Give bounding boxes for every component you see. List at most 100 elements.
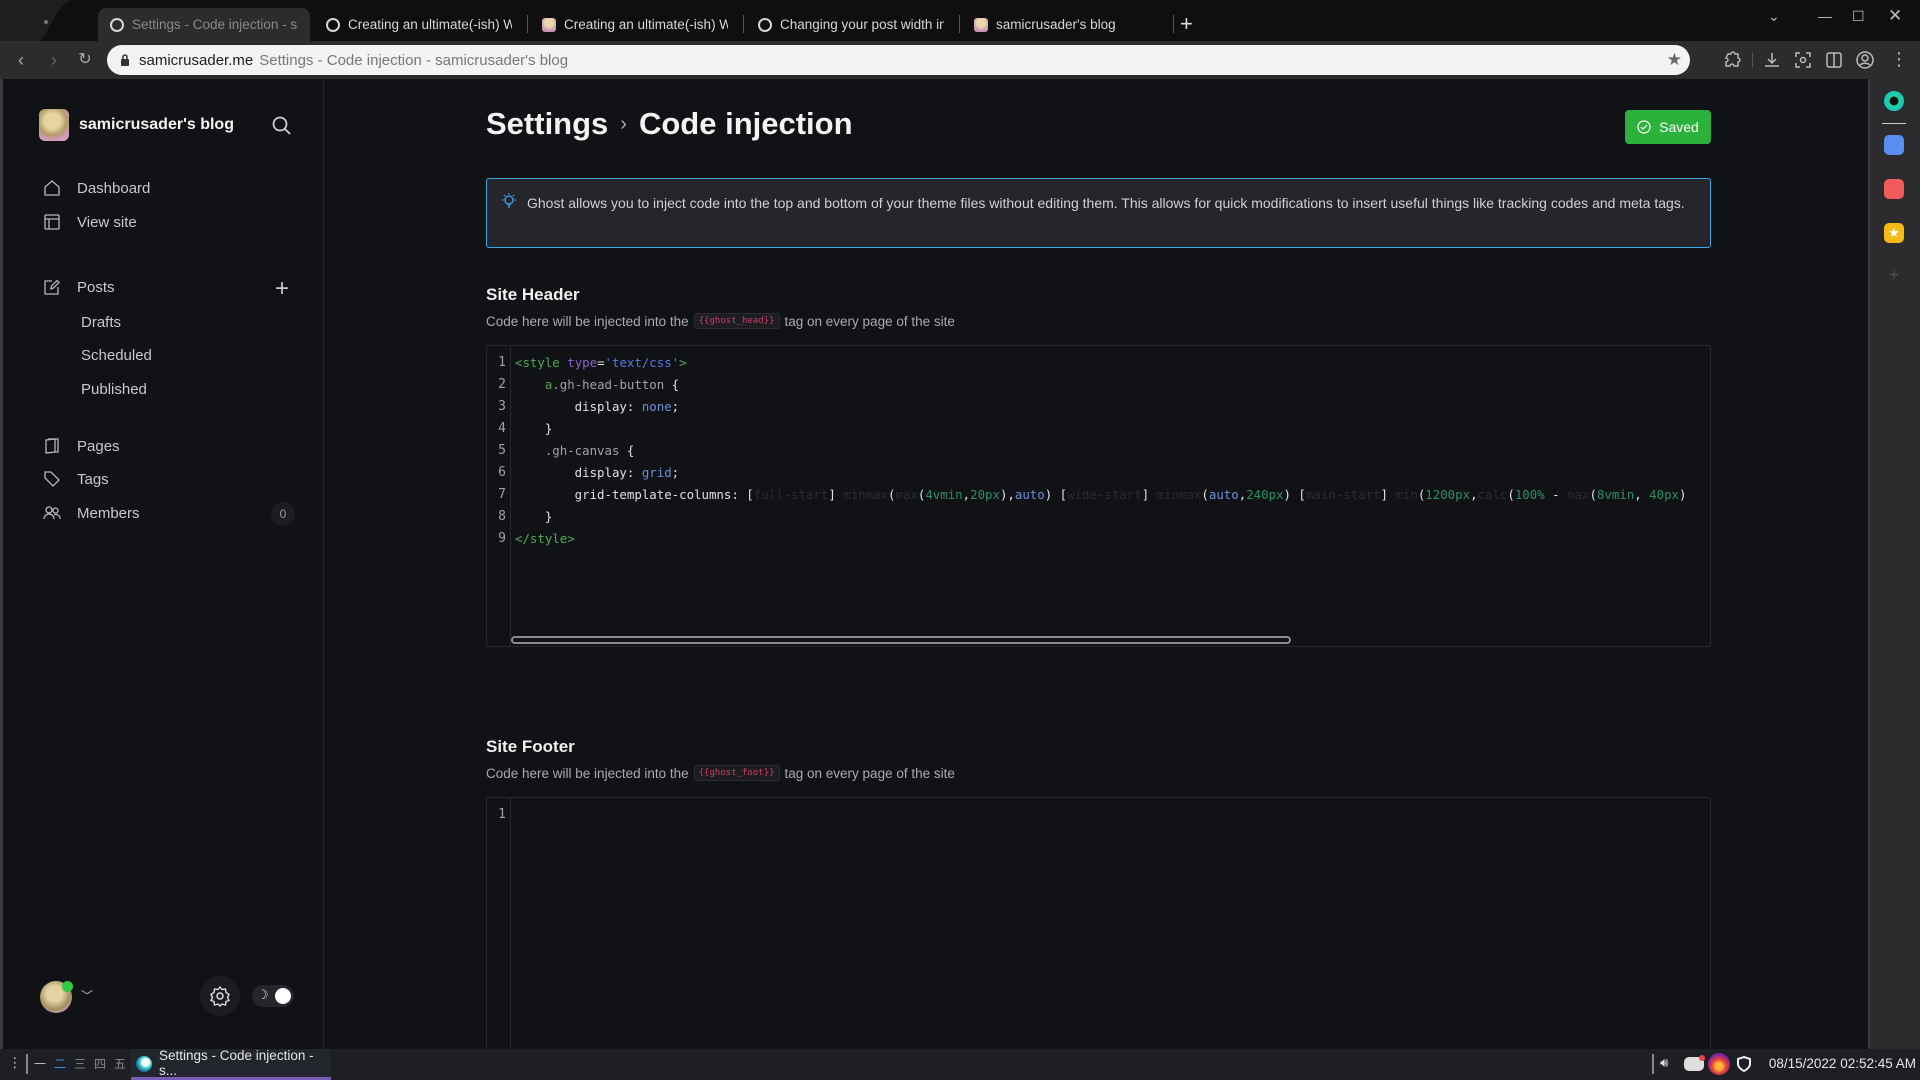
close-window-icon[interactable]: ✕: [1888, 6, 1902, 26]
site-footer-title: Site Footer: [486, 737, 575, 756]
app-menu-icon[interactable]: ⋮: [8, 1055, 22, 1071]
tab-creating-ultimate-2[interactable]: Creating an ultimate(-ish) Wi: [530, 8, 740, 41]
browser-tab-strip: Settings - Code injection - samicrusader…: [0, 0, 1920, 41]
forward-icon[interactable]: ›: [43, 49, 65, 71]
clock: 08/15/2022 02:52:45 AM: [1768, 1056, 1916, 1071]
line-number-gutter: 1: [487, 798, 511, 1056]
toolbox-icon[interactable]: [1884, 135, 1904, 155]
browser-side-panel: ★ +: [1868, 79, 1920, 1049]
workspace-4[interactable]: 四: [94, 1055, 106, 1072]
split-view-icon[interactable]: [1824, 50, 1844, 70]
online-status-dot: [62, 981, 73, 992]
flame-app-icon[interactable]: [1708, 1053, 1730, 1075]
tab-search-icon[interactable]: ⌄: [1768, 8, 1780, 25]
saved-button[interactable]: Saved: [1625, 110, 1711, 144]
maximize-icon[interactable]: ☐: [1852, 8, 1865, 25]
code-line: }: [515, 509, 553, 524]
workspace-1[interactable]: 一: [34, 1055, 46, 1072]
back-icon[interactable]: ‹: [10, 49, 32, 71]
screenshot-icon[interactable]: [1793, 50, 1813, 70]
check-circle-icon: [1637, 120, 1651, 134]
site-header-description: Code here will be injected into the {{gh…: [486, 313, 955, 329]
app-icon[interactable]: [1884, 91, 1904, 111]
tab-settings-code-injection[interactable]: Settings - Code injection - samicrusader…: [98, 8, 310, 41]
settings-button[interactable]: [200, 976, 240, 1016]
tag-icon: [44, 471, 60, 487]
add-panel-icon[interactable]: +: [1884, 266, 1904, 286]
avatar-favicon-icon: [542, 17, 556, 32]
code-line: .gh-canvas {: [544, 443, 635, 458]
code-line: a.gh-head-button {: [544, 377, 680, 392]
code-line: grid-template-columns: [full-start] minm…: [515, 487, 1687, 502]
sidebar-item-posts[interactable]: Posts: [43, 278, 115, 296]
tab-changing-post-width[interactable]: Changing your post width in: [746, 8, 956, 41]
pocket-icon[interactable]: [1884, 179, 1904, 199]
sidebar-item-dashboard[interactable]: Dashboard: [43, 179, 150, 197]
bookmark-star-icon[interactable]: ★: [1667, 50, 1682, 70]
gear-icon: [210, 985, 230, 1007]
taskbar-window-browser[interactable]: Settings - Code injection - s...: [131, 1048, 331, 1080]
edit-icon: [44, 279, 60, 295]
tab-creating-ultimate-1[interactable]: Creating an ultimate(-ish) Wi: [314, 8, 524, 41]
url-domain: samicrusader.me: [139, 51, 254, 69]
avatar-favicon-icon: [974, 17, 988, 32]
page-title: Settings › Code injection: [486, 106, 853, 142]
volume-icon[interactable]: 🔊︎: [1660, 1055, 1669, 1071]
address-bar[interactable]: samicrusader.me Settings - Code injectio…: [107, 45, 1690, 75]
members-icon: [43, 506, 61, 520]
breadcrumb-settings[interactable]: Settings: [486, 106, 608, 142]
circle-icon: [326, 17, 340, 32]
code-line: display: grid;: [515, 465, 680, 480]
url-page-title: Settings - Code injection - samicrusader…: [259, 51, 569, 69]
site-footer-code-editor[interactable]: 1: [486, 797, 1711, 1057]
dark-mode-toggle[interactable]: ☽: [252, 985, 294, 1007]
chevron-down-icon[interactable]: ﹀: [81, 987, 93, 1004]
code-line: display: none;: [515, 399, 680, 414]
workspace-5[interactable]: 五: [114, 1055, 126, 1072]
shield-icon[interactable]: [1737, 1056, 1751, 1072]
search-icon[interactable]: [271, 115, 293, 137]
site-icon: [39, 109, 69, 141]
moon-icon: ☽: [257, 987, 269, 1002]
tab-divider: [743, 15, 744, 33]
horizontal-scrollbar[interactable]: [511, 636, 1291, 644]
code-line: }: [515, 421, 553, 436]
new-tab-button[interactable]: +: [1180, 12, 1193, 36]
minimize-icon[interactable]: —: [1818, 8, 1832, 24]
os-taskbar: ⋮ 一 二 三 四 五 Settings - Code injection - …: [0, 1048, 1920, 1080]
browser-toolbar: ‹ › ↻ samicrusader.me Settings - Code in…: [0, 41, 1920, 79]
site-footer-description: Code here will be injected into the {{gh…: [486, 765, 955, 781]
circle-icon: [110, 17, 124, 32]
breadcrumb-current: Code injection: [638, 106, 853, 141]
browser-menu-icon[interactable]: ⋮: [1890, 50, 1910, 70]
code-line: <style type='text/css'>: [515, 355, 687, 370]
workspace-3[interactable]: 三: [74, 1055, 86, 1072]
pages-icon: [45, 438, 59, 454]
sidebar: samicrusader's blog Dashboard View site …: [3, 79, 324, 1049]
extensions-puzzle-icon[interactable]: [1722, 50, 1742, 70]
sidebar-item-published[interactable]: Published: [81, 381, 147, 398]
tab-samicrusader-blog[interactable]: samicrusader's blog: [962, 8, 1172, 41]
workspace-2[interactable]: 二: [54, 1055, 66, 1072]
sidebar-item-view-site[interactable]: View site: [43, 213, 137, 231]
reload-icon[interactable]: ↻: [74, 49, 96, 71]
toggle-knob: [275, 988, 291, 1004]
sidebar-item-pages[interactable]: Pages: [43, 437, 120, 455]
browser-app-icon: [136, 1056, 152, 1072]
sidebar-item-scheduled[interactable]: Scheduled: [81, 347, 152, 364]
members-count-badge: 0: [271, 502, 295, 526]
circle-icon: [758, 17, 772, 32]
tab-divider: [527, 15, 528, 33]
profile-icon[interactable]: [1855, 50, 1875, 70]
browser-menu-corner[interactable]: [0, 0, 95, 41]
tab-divider: [959, 15, 960, 33]
download-icon[interactable]: [1762, 50, 1782, 70]
site-header-title: Site Header: [486, 285, 580, 304]
star-favorites-icon[interactable]: ★: [1884, 223, 1904, 243]
sidebar-item-members[interactable]: Members: [43, 504, 140, 522]
sidebar-item-drafts[interactable]: Drafts: [81, 314, 121, 331]
new-post-button[interactable]: +: [275, 277, 289, 301]
sidebar-item-tags[interactable]: Tags: [43, 470, 109, 488]
site-header-code-editor[interactable]: 1 2 3 4 5 6 7 8 9 <style type='text/css'…: [486, 345, 1711, 647]
site-brand[interactable]: samicrusader's blog: [39, 109, 234, 141]
